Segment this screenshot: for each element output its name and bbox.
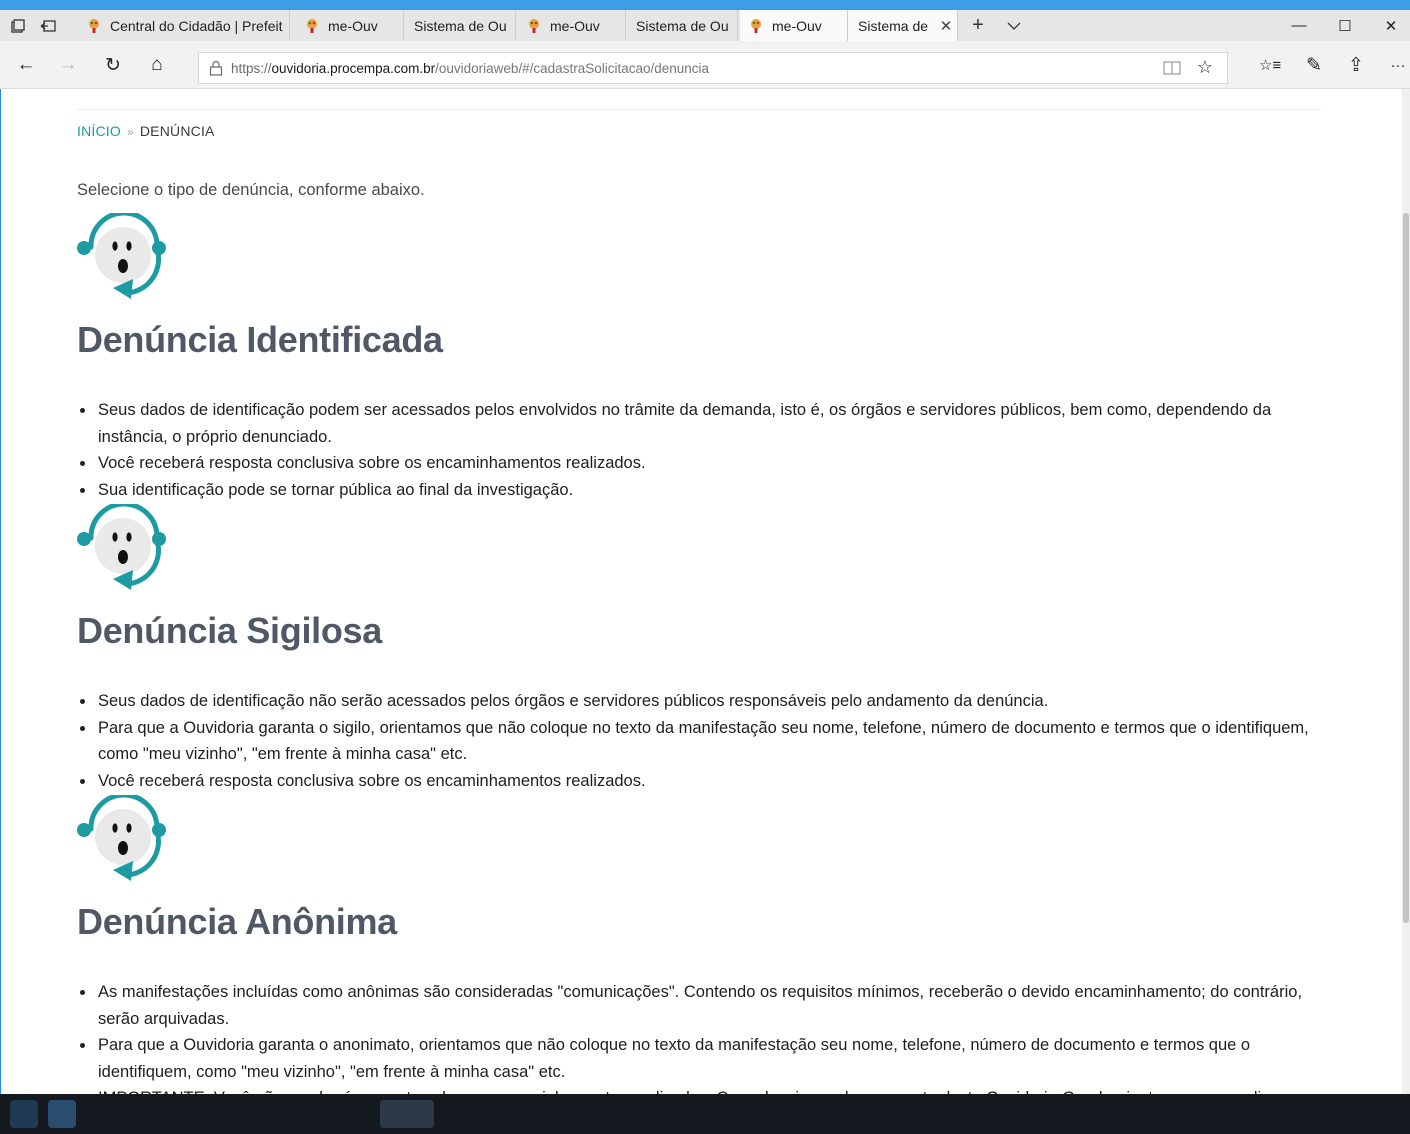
breadcrumb: INÍCIO » DENÚNCIA bbox=[77, 123, 215, 139]
section-title[interactable]: Denúncia Anônima bbox=[77, 901, 1327, 943]
site-favicon-icon bbox=[526, 18, 542, 34]
ouvidoria-avatar-icon bbox=[77, 501, 167, 592]
add-favorite-star-icon[interactable]: ☆ bbox=[1197, 57, 1213, 78]
browser-navigation-bar: ← → ↻ ⌂ https://ouvidoria.procempa.com.b… bbox=[0, 41, 1410, 89]
browser-tab[interactable]: Sistema de ✕ bbox=[848, 10, 958, 41]
breadcrumb-home-link[interactable]: INÍCIO bbox=[77, 123, 121, 139]
taskbar-app-icon[interactable] bbox=[10, 1100, 38, 1128]
favorites-hub-icon[interactable]: ☆≡ bbox=[1252, 47, 1288, 83]
tab-list-button[interactable] bbox=[998, 10, 1030, 41]
tab-label: me-Ouv bbox=[550, 17, 600, 34]
maximize-button[interactable]: ☐ bbox=[1322, 10, 1368, 41]
minimize-button[interactable]: — bbox=[1276, 10, 1322, 41]
site-favicon-icon bbox=[304, 18, 320, 34]
section-bullet-list: As manifestações incluídas como anônimas… bbox=[77, 979, 1327, 1094]
section-title[interactable]: Denúncia Sigilosa bbox=[77, 610, 1327, 652]
chevron-down-icon bbox=[1007, 22, 1021, 30]
bullet-item: Para que a Ouvidoria garanta o sigilo, o… bbox=[77, 715, 1327, 768]
breadcrumb-separator: » bbox=[126, 125, 134, 139]
home-button[interactable]: ⌂ bbox=[139, 47, 175, 83]
tab-label: Sistema de bbox=[858, 17, 929, 34]
tab-label: me-Ouv bbox=[328, 17, 378, 34]
url-scheme: https:// bbox=[231, 60, 272, 76]
lock-icon bbox=[209, 60, 223, 76]
forward-button[interactable]: → bbox=[50, 47, 86, 83]
taskbar-active-app-icon[interactable] bbox=[380, 1100, 434, 1128]
tab-label: Central do Cidadão | Prefeit bbox=[110, 17, 283, 34]
share-icon[interactable]: ⇪ bbox=[1338, 47, 1374, 83]
browser-tab[interactable]: me-Ouv bbox=[740, 10, 848, 41]
address-bar[interactable]: https://ouvidoria.procempa.com.br/ouvido… bbox=[198, 52, 1228, 84]
section-bullet-list: Seus dados de identificação não serão ac… bbox=[77, 688, 1327, 794]
url-host: ouvidoria.procempa.com.br bbox=[271, 60, 436, 76]
close-window-button[interactable]: ✕ bbox=[1368, 10, 1410, 41]
refresh-button[interactable]: ↻ bbox=[95, 47, 131, 83]
close-tab-icon[interactable]: ✕ bbox=[935, 17, 957, 35]
page-scrollbar[interactable] bbox=[1402, 89, 1410, 1094]
tab-preview-icon[interactable] bbox=[2, 10, 34, 41]
bullet-item: Sua identificação pode se tornar pública… bbox=[77, 477, 1327, 504]
bullet-item: Para que a Ouvidoria garanta o anonimato… bbox=[77, 1032, 1327, 1085]
bullet-item: Você receberá resposta conclusiva sobre … bbox=[77, 768, 1327, 795]
breadcrumb-current: DENÚNCIA bbox=[139, 123, 215, 139]
denuncia-type-section: Denúncia Identificada Seus dados de ident… bbox=[77, 210, 1327, 503]
tab-label: me-Ouv bbox=[772, 17, 822, 34]
section-title[interactable]: Denúncia Identificada bbox=[77, 319, 1327, 361]
browser-tab[interactable]: Sistema de Ou bbox=[626, 10, 738, 41]
bullet-item: As manifestações incluídas como anônimas… bbox=[77, 979, 1327, 1032]
new-tab-button[interactable]: + bbox=[962, 10, 994, 41]
denuncia-type-section: Denúncia Sigilosa Seus dados de identific… bbox=[77, 501, 1327, 794]
scrollbar-thumb[interactable] bbox=[1403, 213, 1409, 923]
bullet-item: IMPORTANTE: Você não receberá resposta s… bbox=[77, 1085, 1327, 1094]
site-favicon-icon bbox=[748, 18, 764, 34]
back-button[interactable]: ← bbox=[8, 47, 44, 83]
reading-view-icon[interactable] bbox=[1163, 60, 1181, 76]
bullet-item: Seus dados de identificação podem ser ac… bbox=[77, 397, 1327, 450]
tab-label: Sistema de Ou bbox=[414, 17, 507, 34]
browser-tab[interactable]: me-Ouv bbox=[518, 10, 626, 41]
tabs-aside-icon[interactable] bbox=[32, 10, 64, 41]
tab-label: Sistema de Ou bbox=[636, 17, 729, 34]
site-favicon-icon bbox=[86, 18, 102, 34]
header-divider bbox=[77, 109, 1321, 110]
browser-tab-strip: Central do Cidadão | Prefeit me-Ouv Sistem… bbox=[0, 0, 1410, 41]
browser-tab[interactable]: Sistema de Ou bbox=[404, 10, 516, 41]
taskbar-app-icon[interactable] bbox=[48, 1100, 76, 1128]
bullet-item: Seus dados de identificação não serão ac… bbox=[77, 688, 1327, 715]
windows-taskbar bbox=[0, 1094, 1410, 1134]
browser-tab[interactable]: Central do Cidadão | Prefeit bbox=[78, 10, 290, 41]
web-notes-pen-icon[interactable]: ✎ bbox=[1296, 47, 1332, 83]
denuncia-type-section: Denúncia Anônima As manifestações incluíd… bbox=[77, 792, 1327, 1094]
ouvidoria-avatar-icon bbox=[77, 792, 167, 883]
ouvidoria-avatar-icon bbox=[77, 210, 167, 301]
intro-text: Selecione o tipo de denúncia, conforme a… bbox=[77, 181, 425, 199]
more-options-icon[interactable]: ··· bbox=[1380, 47, 1410, 83]
bullet-item: Você receberá resposta conclusiva sobre … bbox=[77, 450, 1327, 477]
browser-tab[interactable]: me-Ouv bbox=[296, 10, 404, 41]
url-path: /ouvidoriaweb/#/cadastraSolicitacao/denu… bbox=[435, 60, 710, 76]
page-viewport: INÍCIO » DENÚNCIA Selecione o tipo de denú… bbox=[1, 89, 1410, 1094]
section-bullet-list: Seus dados de identificação podem ser ac… bbox=[77, 397, 1327, 503]
